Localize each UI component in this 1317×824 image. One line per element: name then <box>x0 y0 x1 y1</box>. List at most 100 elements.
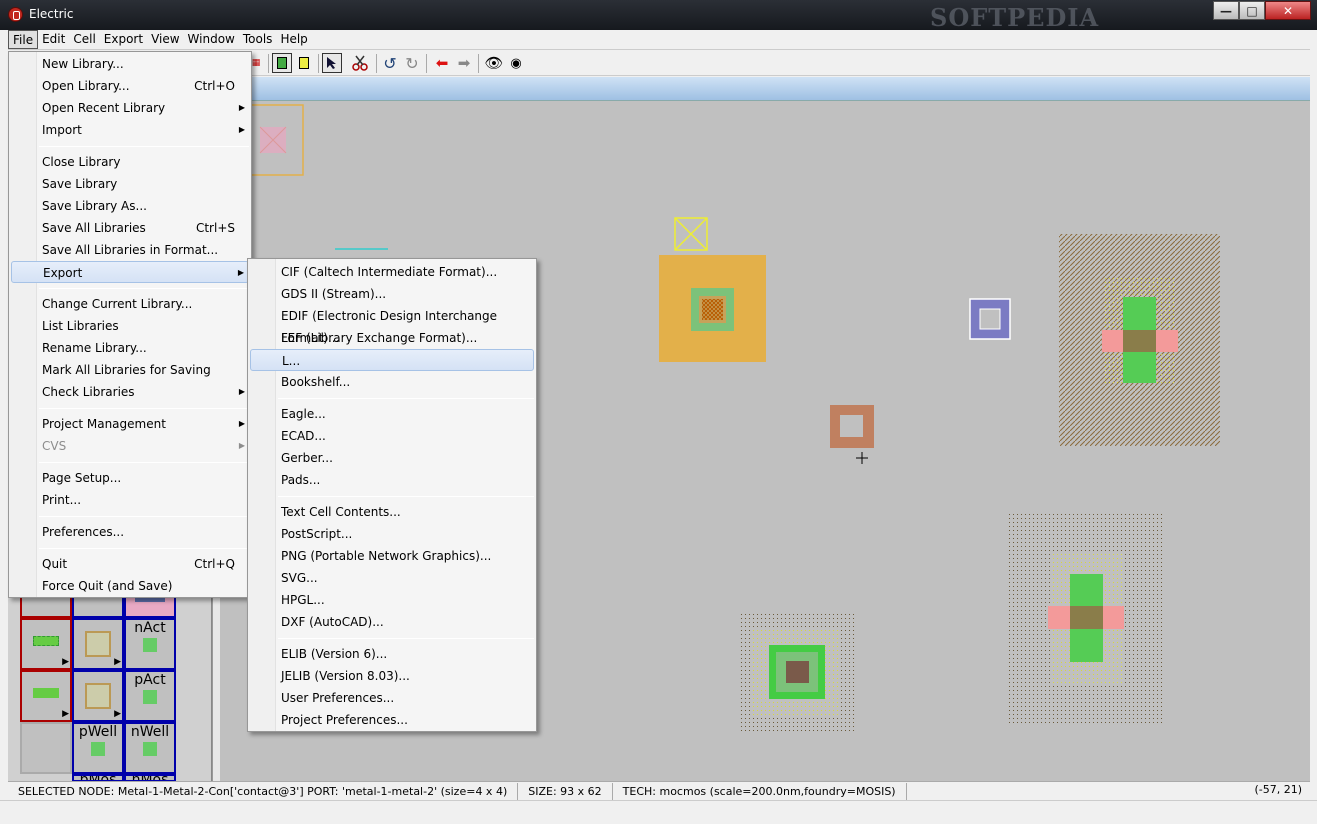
menu-item-label: PostScript... <box>281 527 353 541</box>
menu-view[interactable]: View <box>147 30 183 49</box>
palette-cell[interactable]: pAct <box>124 670 176 722</box>
menu-item-export-cif[interactable]: CIF (Caltech Intermediate Format)... <box>250 261 534 283</box>
menu-separator <box>278 496 534 497</box>
layout-node[interactable] <box>659 217 766 362</box>
palette-cell[interactable]: ▶ <box>72 670 124 722</box>
palette-label-pact: pAct <box>134 672 166 688</box>
palette-cell[interactable]: ▶ <box>72 618 124 670</box>
menu-item-export-ecad[interactable]: ECAD... <box>250 425 534 447</box>
menu-item-export-user-preferences[interactable]: User Preferences... <box>250 687 534 709</box>
menu-item-label: Preferences... <box>42 525 125 539</box>
menu-item-export-edif[interactable]: EDIF (Electronic Design Interchange Form… <box>250 305 534 345</box>
eye-closed-icon[interactable]: ◉ <box>506 53 526 73</box>
menu-item-force-quit[interactable]: Force Quit (and Save) <box>11 575 249 597</box>
menu-item-export-eagle[interactable]: Eagle... <box>250 403 534 425</box>
menu-item-export-jelib[interactable]: JELIB (Version 8.03)... <box>250 665 534 687</box>
schematic-mode-icon[interactable] <box>294 53 314 73</box>
menu-item-export-png[interactable]: PNG (Portable Network Graphics)... <box>250 545 534 567</box>
menu-item-save-library-as[interactable]: Save Library As... <box>11 195 249 217</box>
undo-icon[interactable]: ↺ <box>380 53 400 73</box>
layout-node[interactable] <box>830 405 874 448</box>
menu-item-change-current-library[interactable]: Change Current Library... <box>11 293 249 315</box>
menu-item-save-library[interactable]: Save Library <box>11 173 249 195</box>
menu-item-preferences[interactable]: Preferences... <box>11 521 249 543</box>
menu-item-export-postscript[interactable]: PostScript... <box>250 523 534 545</box>
menu-item-export-pads[interactable]: Pads... <box>250 469 534 491</box>
minimize-icon[interactable]: — <box>1213 1 1239 20</box>
menu-export[interactable]: Export <box>100 30 147 49</box>
layout-mode-icon[interactable] <box>272 53 292 73</box>
menu-item-export-l[interactable]: L... <box>250 349 534 371</box>
layout-node[interactable] <box>738 613 856 731</box>
menu-item-label: Quit <box>42 557 68 571</box>
layout-node[interactable] <box>249 104 304 176</box>
menu-item-label: Mark All Libraries for Saving <box>42 363 211 377</box>
menu-item-project-management[interactable]: Project Management ▶ <box>11 413 249 435</box>
menu-cell[interactable]: Cell <box>69 30 99 49</box>
palette-cell[interactable] <box>20 722 72 774</box>
menu-bar: File Edit Cell Export View Window Tools … <box>8 30 1310 50</box>
menu-item-list-libraries[interactable]: List Libraries <box>11 315 249 337</box>
file-menu: New Library... Open Library... Ctrl+O Ope… <box>8 51 252 598</box>
menu-separator <box>39 408 249 409</box>
eye-icon[interactable]: 👁 <box>484 53 504 73</box>
menu-item-cvs[interactable]: CVS ▶ <box>11 435 249 457</box>
menu-item-export-dxf[interactable]: DXF (AutoCAD)... <box>250 611 534 633</box>
app-icon <box>8 7 23 22</box>
menu-item-export-svg[interactable]: SVG... <box>250 567 534 589</box>
menu-item-open-recent-library[interactable]: Open Recent Library ▶ <box>11 97 249 119</box>
menu-item-label: User Preferences... <box>281 691 395 705</box>
menu-item-print[interactable]: Print... <box>11 489 249 511</box>
selected-contact[interactable] <box>969 298 1011 340</box>
menu-item-open-library[interactable]: Open Library... Ctrl+O <box>11 75 249 97</box>
menu-item-import[interactable]: Import ▶ <box>11 119 249 141</box>
menu-help[interactable]: Help <box>276 30 311 49</box>
menu-separator <box>39 548 249 549</box>
menu-item-export-text[interactable]: Text Cell Contents... <box>250 501 534 523</box>
close-icon[interactable]: ✕ <box>1265 1 1311 20</box>
menu-item-quit[interactable]: Quit Ctrl+Q <box>11 553 249 575</box>
menu-item-close-library[interactable]: Close Library <box>11 151 249 173</box>
menu-item-export-lef[interactable]: LEF (Library Exchange Format)... <box>250 327 534 349</box>
menu-item-save-all-libraries[interactable]: Save All Libraries Ctrl+S <box>11 217 249 239</box>
palette-cell[interactable]: ▶ <box>20 618 72 670</box>
redo-icon[interactable]: ↻ <box>402 53 422 73</box>
menu-item-label: GDS II (Stream)... <box>281 287 387 301</box>
transistor[interactable] <box>1006 511 1165 726</box>
menu-item-export-bookshelf[interactable]: Bookshelf... <box>250 371 534 393</box>
menu-edit[interactable]: Edit <box>38 30 69 49</box>
menu-item-rename-library[interactable]: Rename Library... <box>11 337 249 359</box>
menu-item-save-all-libraries-in-format[interactable]: Save All Libraries in Format... <box>11 239 249 261</box>
menu-item-export[interactable]: Export ▶ <box>11 261 249 283</box>
menu-item-label: ECAD... <box>281 429 326 443</box>
menu-item-new-library[interactable]: New Library... <box>11 53 249 75</box>
menu-tools[interactable]: Tools <box>239 30 277 49</box>
palette-cell[interactable]: pWell <box>72 722 124 774</box>
palette-cell[interactable]: nAct <box>124 618 176 670</box>
menu-item-mark-all-libraries[interactable]: Mark All Libraries for Saving <box>11 359 249 381</box>
menu-item-check-libraries[interactable]: Check Libraries ▶ <box>11 381 249 403</box>
menu-file[interactable]: File <box>8 30 39 49</box>
menu-item-export-elib[interactable]: ELIB (Version 6)... <box>250 643 534 665</box>
arrow-pointer-icon[interactable] <box>322 53 342 73</box>
menu-item-label: Project Management <box>42 417 166 431</box>
scissors-icon[interactable] <box>350 53 370 73</box>
menu-item-label: List Libraries <box>42 319 119 333</box>
menu-item-export-gds[interactable]: GDS II (Stream)... <box>250 283 534 305</box>
menu-item-page-setup[interactable]: Page Setup... <box>11 467 249 489</box>
back-arrow-icon[interactable]: ⬅ <box>432 53 452 73</box>
menu-item-export-project-preferences[interactable]: Project Preferences... <box>250 709 534 731</box>
menu-separator <box>39 462 249 463</box>
palette-cell[interactable]: ▶ <box>20 670 72 722</box>
menu-item-label: Check Libraries <box>42 385 135 399</box>
title-bar: Electric SOFTPEDIA — □ ✕ <box>0 0 1317 32</box>
menu-item-export-gerber[interactable]: Gerber... <box>250 447 534 469</box>
menu-window[interactable]: Window <box>184 30 239 49</box>
transistor[interactable] <box>1059 234 1220 446</box>
forward-arrow-icon[interactable]: ➡ <box>454 53 474 73</box>
palette-cell[interactable]: nWell <box>124 722 176 774</box>
menu-separator <box>278 398 534 399</box>
menu-item-label: HPGL... <box>281 593 325 607</box>
menu-item-export-hpgl[interactable]: HPGL... <box>250 589 534 611</box>
maximize-icon[interactable]: □ <box>1239 1 1265 20</box>
